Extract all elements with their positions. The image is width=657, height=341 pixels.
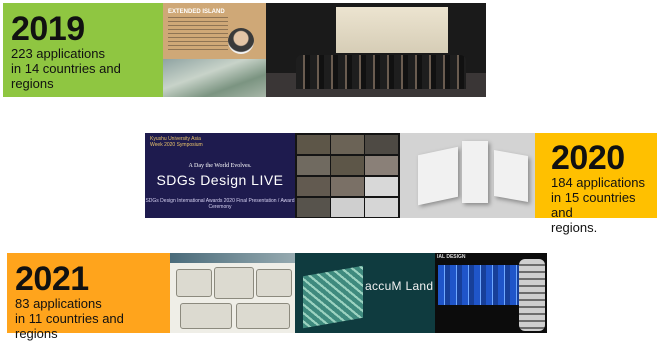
slide-title: SDGs Design LIVE bbox=[156, 172, 284, 188]
year-2020-regions: regions. bbox=[551, 220, 598, 235]
video-tile bbox=[297, 156, 330, 175]
video-tile bbox=[297, 198, 330, 217]
white-model-render bbox=[400, 133, 535, 218]
poster-2019-title: EXTENDED ISLAND bbox=[168, 9, 225, 15]
island-aerial-image bbox=[163, 59, 266, 97]
video-tile bbox=[365, 177, 398, 196]
slide-institution: Kyushu University Asia Week 2020 Symposi… bbox=[150, 136, 203, 148]
model-block bbox=[494, 150, 528, 202]
model-block bbox=[418, 146, 458, 206]
year-2021-countries: in 11 countries and regions bbox=[15, 311, 124, 341]
sketch-panel bbox=[236, 303, 290, 329]
year-2019-box: 2019 223 applications in 14 countries an… bbox=[3, 3, 163, 97]
isometric-landscape bbox=[303, 265, 363, 329]
slide-subtitle: SDGs Design International Awards 2020 Fi… bbox=[145, 198, 295, 210]
sketch-panel bbox=[214, 267, 254, 299]
blue-design-drawing: IAL DESIGN bbox=[435, 253, 547, 333]
video-tile bbox=[297, 177, 330, 196]
presenter-portrait bbox=[228, 28, 254, 54]
poster-2019-text-block bbox=[168, 17, 228, 51]
blue-elevation-drawing bbox=[438, 265, 520, 305]
year-2020-applications: 184 applications bbox=[551, 175, 645, 190]
board-header-band bbox=[170, 253, 295, 263]
slide-tagline: A Day the World Evolves. bbox=[188, 163, 252, 169]
video-tile bbox=[331, 135, 364, 154]
sketch-panel bbox=[256, 269, 292, 297]
model-block bbox=[462, 141, 488, 203]
sketch-panel bbox=[180, 303, 232, 329]
accum-land-render: accuM Land bbox=[295, 253, 435, 333]
year-2019-label: 2019 bbox=[11, 10, 85, 48]
drawing-label: IAL DESIGN bbox=[437, 254, 466, 260]
year-2019-countries: in 14 countries and regions bbox=[11, 61, 121, 91]
group-of-people bbox=[296, 55, 466, 89]
video-tile bbox=[365, 135, 398, 154]
year-2020-countries: in 15 countries and bbox=[551, 190, 636, 220]
video-tile bbox=[331, 177, 364, 196]
video-tile bbox=[365, 156, 398, 175]
year-2021-applications: 83 applications bbox=[15, 296, 102, 311]
video-call-grid bbox=[295, 133, 400, 218]
tower-structure bbox=[519, 259, 545, 331]
year-2020-label: 2020 bbox=[551, 139, 625, 177]
accum-land-title: accuM Land bbox=[365, 279, 434, 293]
year-2019-applications: 223 applications bbox=[11, 46, 105, 61]
poster-2019-image: EXTENDED ISLAND bbox=[163, 3, 266, 97]
year-2021-label: 2021 bbox=[15, 260, 89, 298]
video-tile bbox=[297, 135, 330, 154]
group-photo-2019 bbox=[266, 3, 486, 97]
projection-screen bbox=[336, 7, 448, 53]
video-tile bbox=[331, 156, 364, 175]
video-tile bbox=[365, 198, 398, 217]
video-tile bbox=[331, 198, 364, 217]
sdgs-design-live-slide: Kyushu University Asia Week 2020 Symposi… bbox=[145, 133, 295, 218]
sketch-panel bbox=[176, 269, 212, 297]
sketch-board-2021 bbox=[170, 253, 295, 333]
year-2020-box: 2020 184 applications in 15 countries an… bbox=[535, 133, 657, 235]
year-2021-box: 2021 83 applications in 11 countries and… bbox=[7, 253, 170, 341]
